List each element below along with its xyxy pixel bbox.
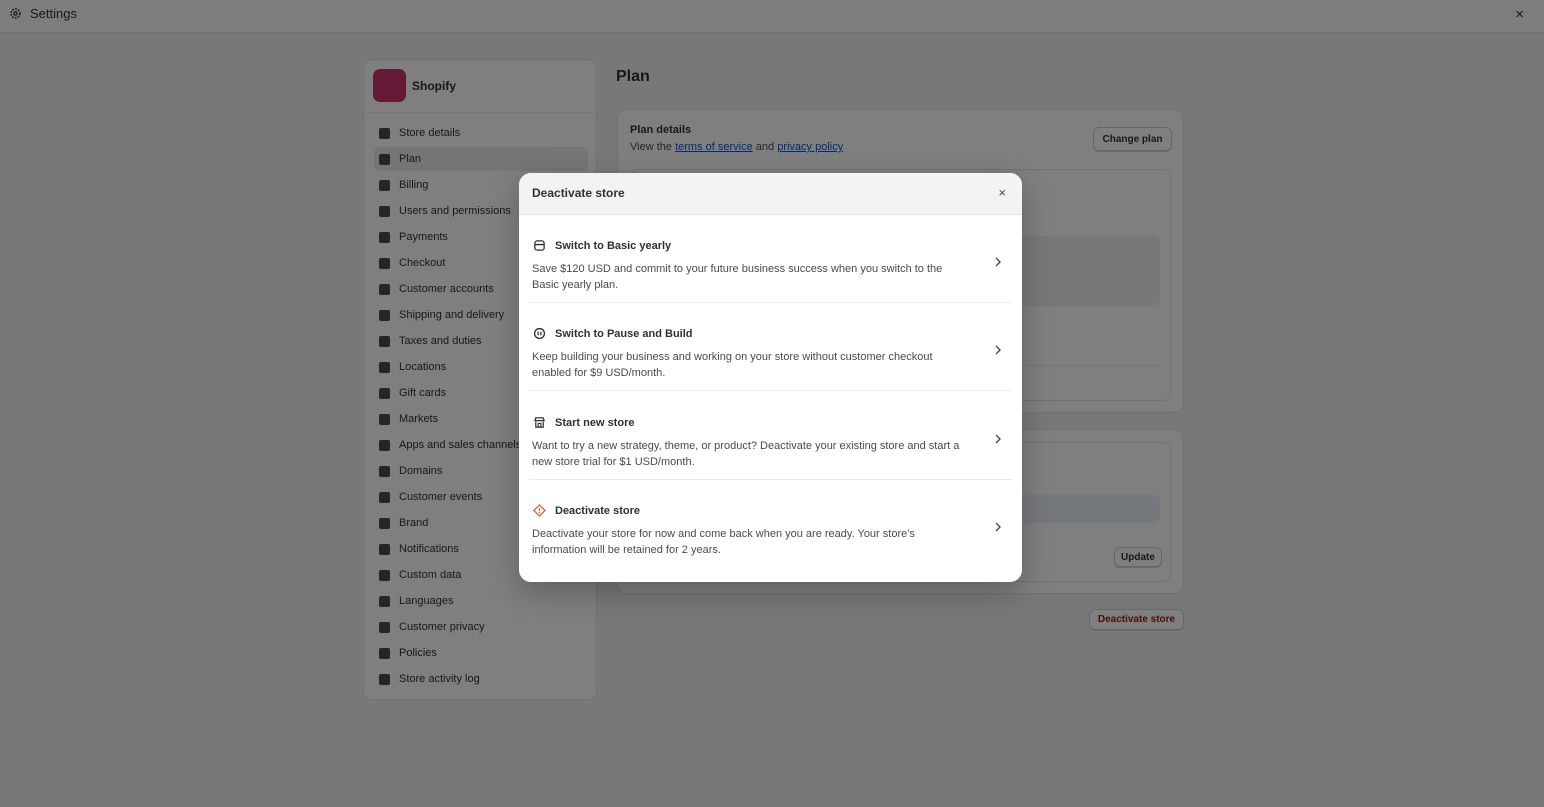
- option-title: Switch to Basic yearly: [555, 240, 672, 252]
- option-description: Want to try a new strategy, theme, or pr…: [532, 440, 960, 468]
- option-description: Keep building your business and working …: [532, 351, 933, 379]
- modal-title: Deactivate store: [532, 186, 625, 200]
- chevron-right-icon: [995, 257, 1001, 267]
- pause-icon: [533, 327, 546, 340]
- alert-diamond-icon: [533, 504, 546, 517]
- store-icon: [534, 417, 545, 428]
- chevron-right-icon: [995, 434, 1001, 444]
- modal-header: Deactivate store ×: [519, 173, 1022, 215]
- calendar-icon: [534, 240, 545, 251]
- chevron-right-icon: [995, 522, 1001, 532]
- option-switch-basic-yearly[interactable]: Switch to Basic yearly Save $120 USD and…: [519, 215, 1022, 303]
- close-icon[interactable]: ×: [998, 185, 1006, 200]
- option-title: Switch to Pause and Build: [555, 328, 693, 340]
- deactivate-store-modal: Deactivate store × Switch to Basic yearl…: [519, 173, 1022, 582]
- chevron-right-icon: [995, 345, 1001, 355]
- option-title: Deactivate store: [555, 505, 640, 517]
- option-switch-pause-and-build[interactable]: Switch to Pause and Build Keep building …: [519, 303, 1022, 391]
- divider: [529, 390, 1012, 391]
- option-start-new-store[interactable]: Start new store Want to try a new strate…: [519, 392, 1022, 480]
- option-description: Deactivate your store for now and come b…: [532, 528, 915, 556]
- option-deactivate-store[interactable]: Deactivate store Deactivate your store f…: [519, 480, 1022, 568]
- option-description: Save $120 USD and commit to your future …: [532, 263, 943, 291]
- option-title: Start new store: [555, 417, 635, 429]
